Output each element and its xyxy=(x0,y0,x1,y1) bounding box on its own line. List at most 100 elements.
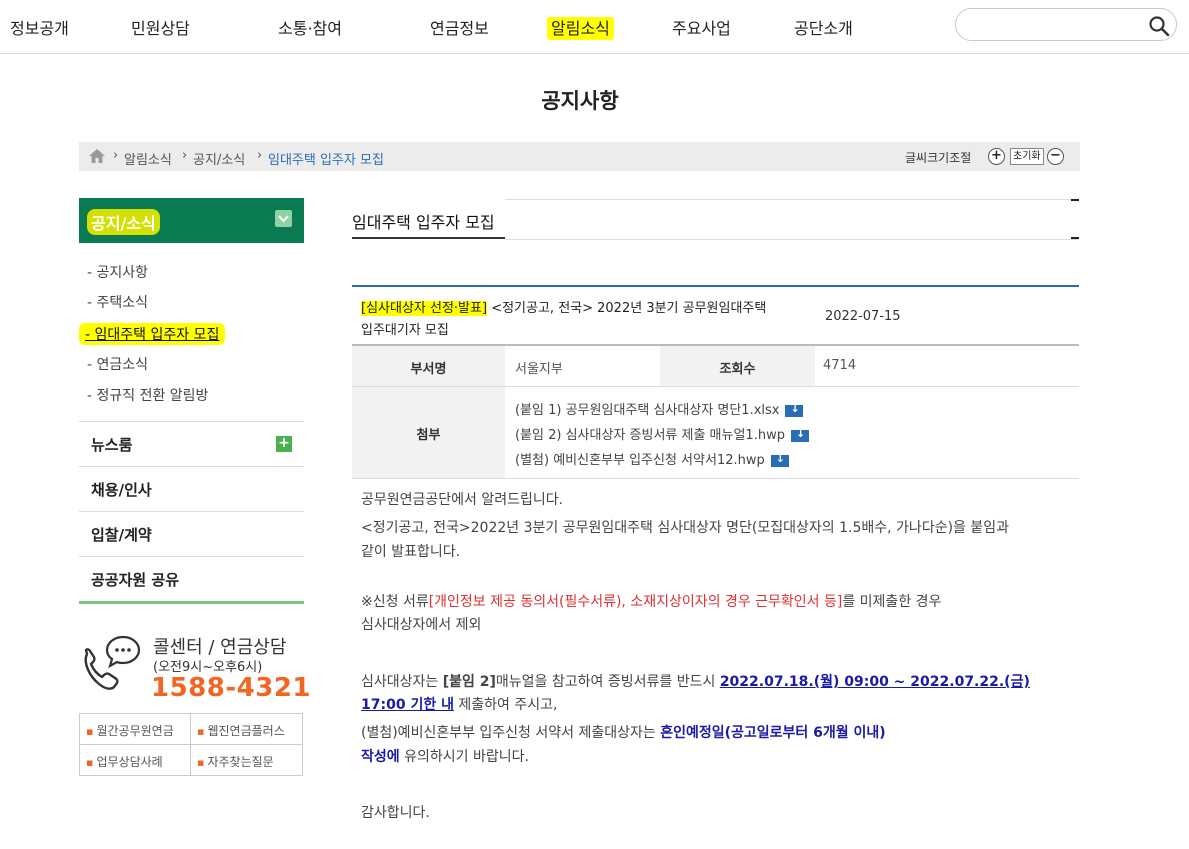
attach-label: 첨부 xyxy=(352,387,505,478)
dept-value: 서울지부 xyxy=(515,362,563,377)
post-tag: [심사대상자 선정·발표] xyxy=(361,301,488,316)
body-deadline-text: 17:00 기한 내 xyxy=(361,697,454,713)
body-text: ※신청 서류 xyxy=(361,594,429,610)
body-blue-text: 작성에 xyxy=(361,749,400,765)
body-text: 를 미제출한 경우 xyxy=(842,594,942,610)
breadcrumb-current[interactable]: 임대주택 입주자 모집 xyxy=(268,149,384,168)
post-title-line2: 입주대기자 모집 xyxy=(361,323,449,338)
plus-icon[interactable]: + xyxy=(276,436,292,452)
quicklink-webzine[interactable]: ▪ 웹진연금플러스 xyxy=(191,714,302,745)
nav-item-communication[interactable]: 소통·참여 xyxy=(278,15,342,39)
home-icon[interactable] xyxy=(89,149,105,163)
body-text: (별첨)예비신혼부부 입주신청 서약서 제출대상자는 xyxy=(361,725,661,741)
sidebar-menu-public-resources[interactable]: 공공자원 공유 xyxy=(79,556,304,601)
quicklink-label: 업무상담사례 xyxy=(96,755,163,769)
body-notice-1: ※신청 서류[개인정보 제공 동의서(필수서류), 소재지상이자의 경우 근무확… xyxy=(361,591,941,611)
tab-rental-housing[interactable]: 임대주택 입주자 모집 xyxy=(352,200,505,239)
nav-item-about[interactable]: 공단소개 xyxy=(794,15,853,39)
attachment-name: (별첨) 예비신혼부부 입주신청 서약서12.hwp xyxy=(515,453,765,468)
nav-item-pension-info[interactable]: 연금정보 xyxy=(430,15,489,39)
quicklink-label: 월간공무원연금 xyxy=(96,724,174,738)
quicklink-faq[interactable]: ▪ 자주찾는질문 xyxy=(191,745,302,776)
breadcrumb-news[interactable]: 알림소식 xyxy=(124,149,172,168)
sidebar-menu-bidding[interactable]: 입찰/계약 xyxy=(79,511,304,556)
chevron-right-icon: › xyxy=(113,148,119,163)
download-icon[interactable] xyxy=(790,427,809,442)
views-value: 4714 xyxy=(823,358,857,373)
download-icon[interactable] xyxy=(785,402,804,417)
callcenter-box: 콜센터 / 연금상담 (오전9시~오후6시) 1588-4321 xyxy=(79,630,311,710)
sidebar-menu-label: 채용/인사 xyxy=(91,481,152,499)
breadcrumb: › 알림소식 › 공지/소식 › 임대주택 입주자 모집 글씨크기조절 + 초기… xyxy=(79,142,1080,171)
body-announcement-1: <정기공고, 전국>2022년 3분기 공무원임대주택 심사대상자 명단(모집대… xyxy=(361,520,1010,536)
body-text: 유의하시기 바랍니다. xyxy=(399,749,529,765)
tab-border xyxy=(505,199,1078,200)
nav-item-info-disclosure[interactable]: 정보공개 xyxy=(10,15,69,39)
body-red-text: [개인정보 제공 동의서(필수서류), 소재지상이자의 경우 근무확인서 등] xyxy=(428,594,843,610)
sidebar-item-rental-housing[interactable]: - 임대주택 입주자 모집 xyxy=(79,323,226,345)
sidebar-item-housing-news[interactable]: - 주택소식 xyxy=(87,292,148,312)
phone-icon xyxy=(84,635,141,690)
body-announcement-2: 같이 발표합니다. xyxy=(361,544,461,560)
sidebar-item-notice[interactable]: - 공지사항 xyxy=(87,262,148,282)
tab-border xyxy=(505,239,1078,240)
nav-item-news-label: 알림소식 xyxy=(547,17,614,40)
body-text: 심사대상자는 xyxy=(361,674,443,690)
bullet-icon: ▪ xyxy=(86,756,94,769)
bullet-icon: ▪ xyxy=(197,756,205,769)
search-icon[interactable] xyxy=(1148,15,1170,37)
body-text: 매뉴얼을 참고하여 증빙서류를 반드시 xyxy=(495,674,720,690)
body-deadline-text: 2022.07.18.(월) 09:00 ~ 2022.07.22.(금) xyxy=(719,674,1030,690)
search-input[interactable] xyxy=(970,15,1140,35)
body-blue-text: 혼인예정일(공고일로부터 6개월 이내) xyxy=(660,725,886,741)
chevron-down-icon[interactable] xyxy=(275,210,292,227)
quicklink-label: 자주찾는질문 xyxy=(207,755,274,769)
download-icon[interactable] xyxy=(770,452,789,467)
nav-item-news[interactable]: 알림소식 xyxy=(547,15,614,40)
font-reset-button[interactable]: 초기화 xyxy=(1010,148,1044,165)
tab-tick xyxy=(1071,237,1079,239)
body-newlywed-2: 작성에 유의하시기 바랍니다. xyxy=(361,746,529,766)
sidebar-menu-recruit[interactable]: 채용/인사 xyxy=(79,466,304,511)
quicklink-monthly-magazine[interactable]: ▪ 월간공무원연금 xyxy=(80,714,191,745)
bullet-icon: ▪ xyxy=(197,725,205,738)
attachment-link[interactable]: (붙임 2) 심사대상자 증빙서류 제출 매뉴얼1.hwp xyxy=(515,424,809,443)
font-decrease-button[interactable]: − xyxy=(1047,148,1064,165)
quicklink-label: 웹진연금플러스 xyxy=(207,724,285,738)
body-text: 제출하여 주시고, xyxy=(453,697,558,713)
sidebar-divider xyxy=(79,601,304,604)
sidebar-menu-label: 입찰/계약 xyxy=(91,526,152,544)
sidebar-item-pension-news[interactable]: - 연금소식 xyxy=(87,354,148,374)
breadcrumb-notice[interactable]: 공지/소식 xyxy=(193,149,245,168)
post-title-text: <정기공고, 전국> 2022년 3분기 공무원임대주택 xyxy=(487,301,767,316)
quicklink-case-studies[interactable]: ▪ 업무상담사례 xyxy=(80,745,191,776)
bullet-icon: ▪ xyxy=(86,725,94,738)
attachment-link[interactable]: (별첨) 예비신혼부부 입주신청 서약서12.hwp xyxy=(515,449,789,468)
body-greeting: 공무원연금공단에서 알려드립니다. xyxy=(361,492,564,508)
nav-item-civil-consult[interactable]: 민원상담 xyxy=(131,15,190,39)
quicklinks: ▪ 월간공무원연금 ▪ 웹진연금플러스 ▪ 업무상담사례 ▪ 자주찾는질문 xyxy=(79,713,303,776)
tab-tick xyxy=(1071,199,1079,201)
sidebar-menu-newsroom[interactable]: 뉴스룸 + xyxy=(79,421,304,466)
body-deadline-2: 17:00 기한 내 제출하여 주시고, xyxy=(361,694,557,714)
views-label: 조회수 xyxy=(660,346,815,386)
dept-label: 부서명 xyxy=(352,346,505,386)
sidebar-menu-label: 공공자원 공유 xyxy=(91,571,180,589)
attachment-name: (붙임 1) 공무원임대주택 심사대상자 명단1.xlsx xyxy=(515,403,780,418)
post-date: 2022-07-15 xyxy=(825,309,901,324)
font-size-label: 글씨크기조절 xyxy=(905,151,972,165)
post-title: [심사대상자 선정·발표] <정기공고, 전국> 2022년 3분기 공무원임대… xyxy=(361,298,801,342)
sidebar-section-header[interactable]: 공지/소식 xyxy=(79,198,304,243)
font-increase-button[interactable]: + xyxy=(988,148,1005,165)
sidebar-menu-label: 뉴스룸 xyxy=(91,436,133,454)
search-box xyxy=(955,8,1177,41)
sidebar-section-title: 공지/소식 xyxy=(87,209,160,235)
post-top-border xyxy=(352,285,1079,287)
nav-item-main-business[interactable]: 주요사업 xyxy=(672,15,731,39)
sidebar-item-regular-conversion[interactable]: - 정규직 전환 알림방 xyxy=(87,385,208,405)
callcenter-number[interactable]: 1588-4321 xyxy=(151,673,311,703)
body-notice-2: 심사대상자에서 제외 xyxy=(361,617,482,633)
chevron-right-icon: › xyxy=(257,148,263,163)
attachment-link[interactable]: (붙임 1) 공무원임대주택 심사대상자 명단1.xlsx xyxy=(515,399,804,418)
page-title: 공지사항 xyxy=(541,89,619,113)
